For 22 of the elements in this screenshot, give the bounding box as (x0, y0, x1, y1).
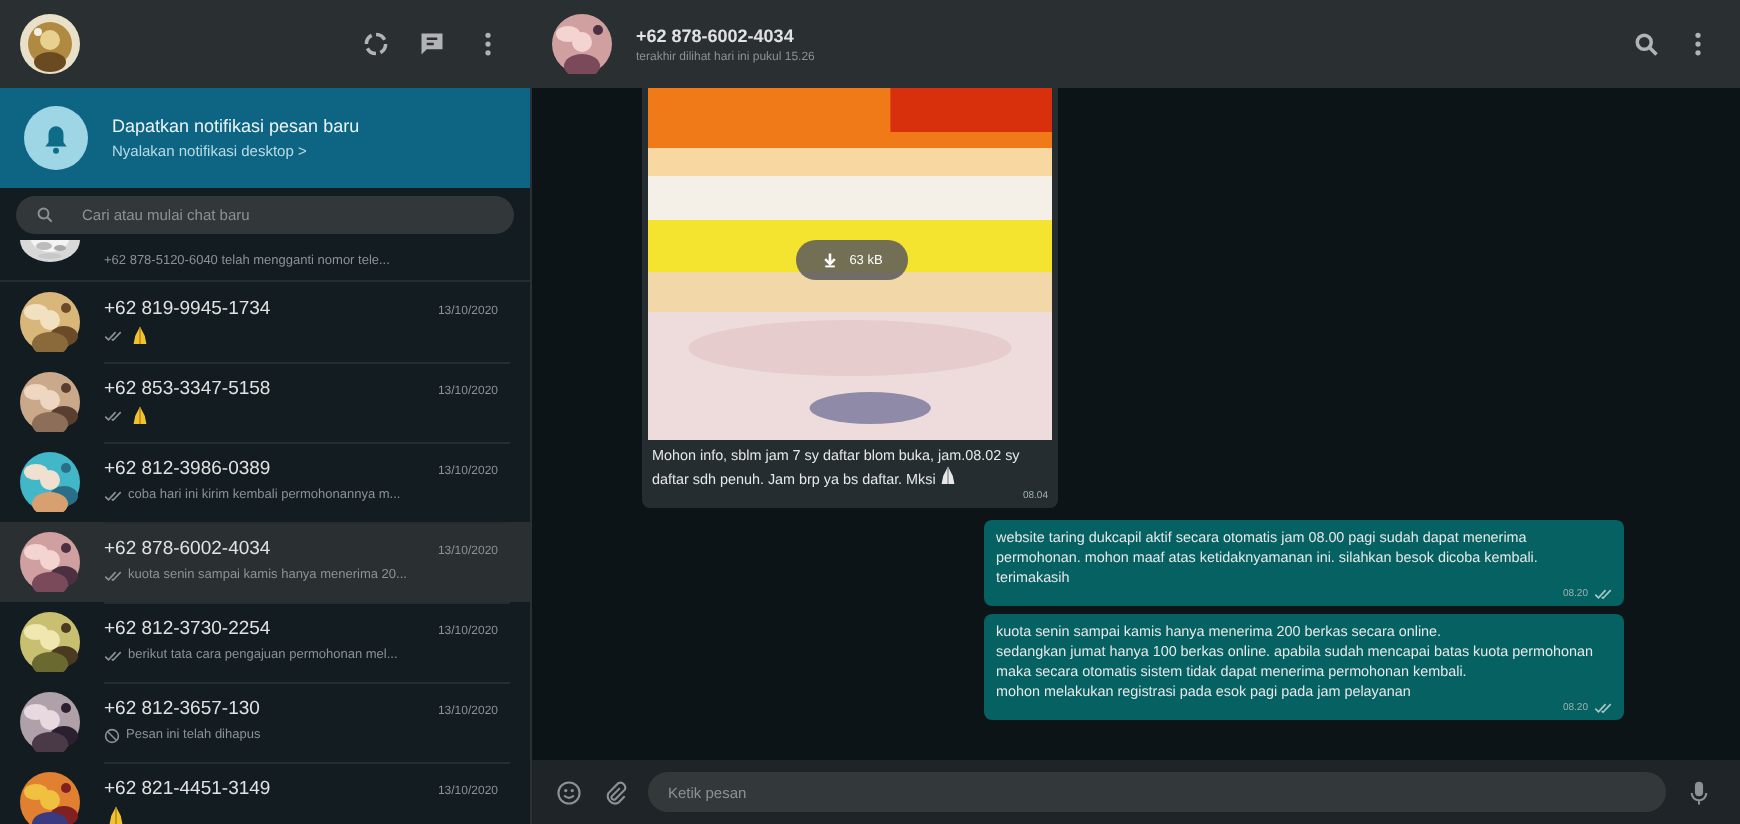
microphone-icon[interactable] (1686, 779, 1712, 805)
contact-name: +62 878-6002-4034 (104, 537, 271, 559)
notification-title: Dapatkan notifikasi pesan baru (112, 116, 360, 136)
search-icon[interactable] (1632, 30, 1660, 58)
status-icon[interactable] (362, 30, 390, 58)
contact-name: +62 878-6002-4034 (636, 25, 796, 45)
search-icon (36, 205, 54, 223)
contact-name: +62 821-4451-3149 (104, 777, 271, 799)
blocked-icon (104, 727, 120, 743)
contact-name: +62 812-3657-130 (104, 697, 260, 719)
contact-name: +62 812-3986-0389 (104, 457, 271, 479)
chat-icon[interactable] (418, 30, 446, 58)
praying-hands-icon (132, 405, 148, 425)
contact-name: +62 853-3347-5158 (104, 377, 271, 399)
praying-hands-icon (132, 325, 148, 345)
contact-name: +62 812-3730-2254 (104, 617, 271, 639)
paperclip-icon[interactable] (602, 779, 628, 805)
download-icon (821, 252, 838, 268)
praying-hands-icon (108, 805, 124, 824)
bell-icon (24, 106, 88, 170)
contact-name: +62 819-9945-1734 (104, 297, 271, 319)
emoji-icon[interactable] (556, 779, 582, 805)
